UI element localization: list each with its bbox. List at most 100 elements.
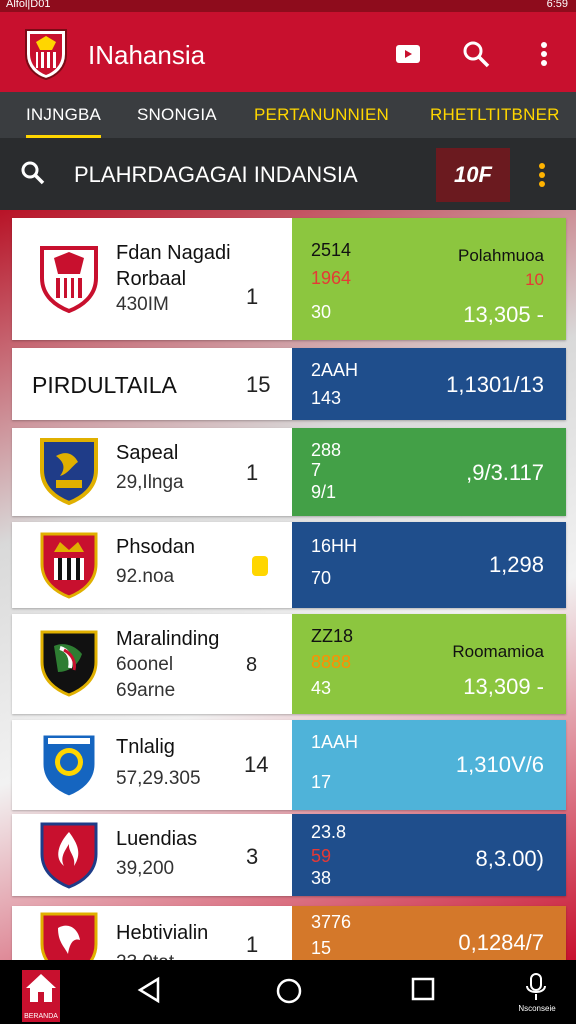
search-icon[interactable] xyxy=(458,36,494,72)
favorite-badge-icon[interactable] xyxy=(252,556,268,576)
stat-value: 1,298 xyxy=(488,552,544,577)
rank: 3 xyxy=(246,844,259,869)
tab-snongia[interactable]: SNONGIA xyxy=(137,92,217,138)
home-icon xyxy=(26,974,56,1002)
team-sub: 57,29.305 xyxy=(116,768,201,789)
status-time: 6:59 xyxy=(546,0,568,10)
stat-panel: 16HH 70 1,298 xyxy=(292,522,566,608)
list-item[interactable]: Luendias 39,200 3 23.8 59 38 8,3.00) xyxy=(12,814,566,896)
rank: 1 xyxy=(246,460,259,485)
flame-crest-icon xyxy=(38,820,100,890)
list-item[interactable]: Maralinding 6oonel 69arne 8 ZZ18 8888 43… xyxy=(12,614,566,714)
dragon-crest-icon xyxy=(38,910,100,960)
team-name: Sapeal xyxy=(116,442,179,464)
home-button[interactable]: BERANDA xyxy=(22,970,60,1022)
stat-panel: 1AAH 17 1,310V/6 xyxy=(292,720,566,810)
stat-a: 2AAH xyxy=(311,360,359,380)
stat-value: 0,1284/7 xyxy=(458,930,544,955)
search-query[interactable]: PLAHRDAGAGAI INDANSIA xyxy=(74,162,358,188)
tab-bar: INJNGBA SNONGIA PERTANUNNIEN RHETLTITBNE… xyxy=(0,92,576,138)
stat-a: ZZ18 xyxy=(311,626,354,646)
team-name: Maralinding xyxy=(116,628,220,650)
voice-label: Nsconseie xyxy=(518,1004,556,1013)
more-menu-icon[interactable] xyxy=(526,36,562,72)
stat-a2: 59 xyxy=(311,846,332,866)
crown-crest-icon xyxy=(38,530,100,600)
video-icon[interactable] xyxy=(390,36,426,72)
stat-b: 43 xyxy=(311,678,332,698)
horse-crest-icon xyxy=(38,628,100,698)
stat-value: ,9/3.117 xyxy=(466,460,544,485)
stat-a: 288 xyxy=(311,440,342,460)
lion-crest-icon xyxy=(38,244,100,314)
stat-value: 13,305 - xyxy=(463,302,544,327)
stat-a2: 1964 xyxy=(311,268,352,288)
voice-button[interactable] xyxy=(522,972,550,1007)
app-logo-icon xyxy=(22,28,70,81)
square-recents-icon xyxy=(411,977,435,1001)
list-item[interactable]: Hebtivialin 23.0tat 1 3776 15 0,1284/7 xyxy=(12,906,566,960)
stat-value: 13,309 - xyxy=(463,674,544,699)
rank: 14 xyxy=(244,752,269,777)
tab-rhetltitbner[interactable]: RHETLTITBNER xyxy=(430,92,560,138)
home-nav-button[interactable] xyxy=(274,976,304,1011)
system-nav-bar: BERANDA Nsconseie xyxy=(0,960,576,1024)
stat-b: 143 xyxy=(311,388,342,408)
tab-pertanunnien[interactable]: PERTANUNNIEN xyxy=(254,92,389,138)
recents-button[interactable] xyxy=(410,976,436,1007)
back-button[interactable] xyxy=(136,976,162,1009)
stat-a: 1AAH xyxy=(311,732,359,752)
rank: 8 xyxy=(246,654,258,676)
stat-a: 16HH xyxy=(311,536,358,556)
eagle-crest-icon xyxy=(38,436,100,506)
stat-a: 23.8 xyxy=(311,822,347,842)
rank: 15 xyxy=(246,372,271,397)
back-icon xyxy=(137,976,160,1004)
stat-label-2: 10 xyxy=(525,270,544,289)
stat-panel: 3776 15 0,1284/7 xyxy=(292,906,566,960)
stat-b: 17 xyxy=(311,772,332,792)
list-item[interactable]: PIRDULTAILA 15 2AAH 143 1,1301/13 xyxy=(12,348,566,420)
team-name: Fdan Nagadi xyxy=(116,242,231,264)
team-sub: 23.0tat xyxy=(116,950,208,960)
stat-label: Polahmuoa xyxy=(457,246,544,265)
search-icon[interactable] xyxy=(20,160,46,191)
stat-b: 70 xyxy=(311,568,332,588)
stat-a: 3776 xyxy=(311,912,352,932)
stat-panel: ZZ18 8888 43 Roomamioa 13,309 - xyxy=(292,614,566,714)
filter-button[interactable]: 10F xyxy=(436,148,510,202)
list-item[interactable]: Phsodan 92.noa 16HH 70 1,298 xyxy=(12,522,566,608)
team-name-2: 6oonel xyxy=(116,654,174,675)
team-sub: 430IM xyxy=(116,294,169,315)
stat-b: 30 xyxy=(311,302,332,322)
team-name-2: Rorbaal xyxy=(116,268,187,290)
stat-a2: 8888 xyxy=(311,652,352,672)
stat-b: 38 xyxy=(311,868,332,888)
team-name: PIRDULTAILA xyxy=(32,372,177,398)
team-name: Tnlalig xyxy=(116,736,175,758)
bird-crest-icon xyxy=(38,730,100,800)
rank: 1 xyxy=(246,284,259,309)
stat-b: 9/1 xyxy=(311,482,337,502)
list-item[interactable]: Sapeal 29,Ilnga 1 288 7 9/1 ,9/3.117 xyxy=(12,428,566,516)
list-item[interactable]: Tnlalig 57,29.305 14 1AAH 17 1,310V/6 xyxy=(12,720,566,810)
stat-value: 8,3.00) xyxy=(475,846,545,871)
stat-a: 2514 xyxy=(311,240,352,260)
team-name: Phsodan xyxy=(116,536,195,558)
team-sub: 29,Ilnga xyxy=(116,472,184,493)
status-bar: Alfol|D01 6:59 xyxy=(0,0,576,12)
stat-panel: 2AAH 143 1,1301/13 xyxy=(292,348,566,420)
filter-more-icon[interactable] xyxy=(538,162,546,193)
team-sub: 69arne xyxy=(116,680,176,701)
team-sub: 92.noa xyxy=(116,566,175,587)
stat-value: 1,1301/13 xyxy=(446,372,544,397)
team-name: Hebtivialin xyxy=(116,922,209,944)
tab-injngba[interactable]: INJNGBA xyxy=(26,92,102,138)
stat-a2: 7 xyxy=(311,460,322,480)
search-bar: PLAHRDAGAGAI INDANSIA 10F xyxy=(0,138,576,210)
stat-panel: 288 7 9/1 ,9/3.117 xyxy=(292,428,566,516)
stat-panel: 23.8 59 38 8,3.00) xyxy=(292,814,566,896)
rank: 1 xyxy=(246,932,259,957)
list-item[interactable]: Fdan Nagadi Rorbaal 430IM 1 2514 1964 30… xyxy=(12,218,566,340)
stat-label: Roomamioa xyxy=(452,642,544,661)
